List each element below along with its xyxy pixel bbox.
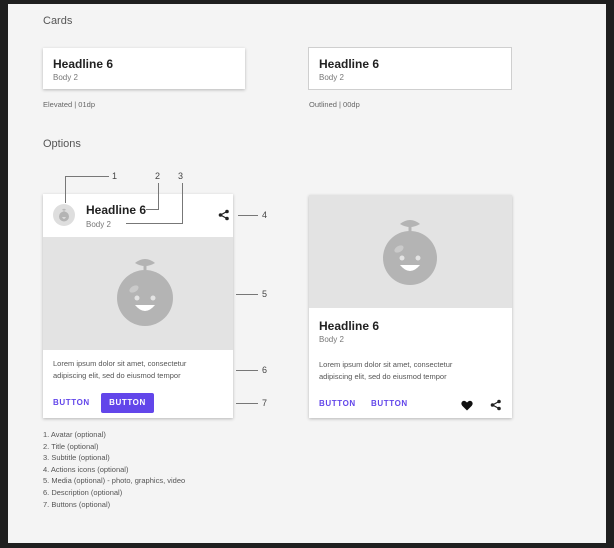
option-card-anatomy[interactable]: Headline 6 Body 2 Lorem ipsum dolor sit … xyxy=(43,194,233,418)
card-title: Headline 6 xyxy=(319,319,380,333)
callout-line xyxy=(236,403,258,404)
text-button[interactable]: BUTTON xyxy=(319,399,356,408)
text-button[interactable]: BUTTON xyxy=(371,399,408,408)
fruit-face-illustration xyxy=(117,259,173,326)
text-button[interactable]: BUTTON xyxy=(53,398,90,407)
share-icon xyxy=(218,209,229,221)
legend-item: 7. Buttons (optional) xyxy=(43,499,111,509)
description-line: adipiscing elit, sed do eiusmod tempor xyxy=(319,372,447,381)
fruit-face-illustration xyxy=(383,220,437,285)
callout-line xyxy=(126,223,183,224)
callout-number: 4 xyxy=(262,210,268,220)
card-media xyxy=(43,237,233,350)
option-card-media[interactable]: Headline 6 Body 2 Lorem ipsum dolor sit … xyxy=(309,195,512,418)
card-description: Lorem ipsum dolor sit amet, consectetur … xyxy=(319,359,452,383)
callout-line xyxy=(238,215,258,216)
callout-line xyxy=(65,176,109,177)
card-subtitle: Body 2 xyxy=(86,220,111,229)
description-line: Lorem ipsum dolor sit amet, consectetur xyxy=(53,359,187,368)
favorite-action[interactable] xyxy=(461,398,473,416)
card-media xyxy=(309,195,512,308)
callout-number: 7 xyxy=(262,398,268,408)
card-body: Body 2 xyxy=(53,73,78,82)
description-line: adipiscing elit, sed do eiusmod tempor xyxy=(53,371,181,380)
card-body: Body 2 xyxy=(319,73,344,82)
callout-line xyxy=(236,294,258,295)
callout-number: 3 xyxy=(178,171,184,181)
card-description: Lorem ipsum dolor sit amet, consectetur … xyxy=(53,358,186,382)
page: Cards Headline 6 Body 2 Elevated | 01dp … xyxy=(8,4,606,543)
section-title-options: Options xyxy=(43,138,81,150)
heart-icon xyxy=(461,400,473,411)
description-line: Lorem ipsum dolor sit amet, consectetur xyxy=(319,360,453,369)
outlined-caption: Outlined | 00dp xyxy=(309,100,360,109)
share-action[interactable] xyxy=(218,208,230,226)
card-headline: Headline 6 xyxy=(53,57,114,71)
callout-line xyxy=(182,183,183,223)
elevated-caption: Elevated | 01dp xyxy=(43,100,95,109)
anatomy-legend: 1. Avatar (optional) 2. Title (optional)… xyxy=(43,429,185,510)
share-icon xyxy=(490,399,501,411)
outlined-card[interactable]: Headline 6 Body 2 xyxy=(308,47,512,90)
legend-item: 2. Title (optional) xyxy=(43,441,99,451)
avatar[interactable] xyxy=(53,204,75,226)
card-title: Headline 6 xyxy=(86,203,147,217)
share-action[interactable] xyxy=(490,398,502,416)
filled-button[interactable]: BUTTON xyxy=(101,393,154,413)
legend-item: 6. Description (optional) xyxy=(43,487,123,497)
callout-number: 5 xyxy=(262,289,268,299)
section-title-cards: Cards xyxy=(43,15,73,27)
callout-number: 6 xyxy=(262,365,268,375)
callout-line xyxy=(65,176,66,203)
legend-item: 5. Media (optional) - photo, graphics, v… xyxy=(43,476,186,486)
elevated-card[interactable]: Headline 6 Body 2 xyxy=(43,48,245,89)
callout-line xyxy=(158,183,159,209)
legend-item: 4. Actions icons (optional) xyxy=(43,464,129,474)
callout-number: 2 xyxy=(155,171,161,181)
card-headline: Headline 6 xyxy=(319,57,380,71)
callout-line xyxy=(236,370,258,371)
callout-number: 1 xyxy=(112,171,118,181)
card-subtitle: Body 2 xyxy=(319,335,344,344)
legend-item: 1. Avatar (optional) xyxy=(43,430,106,439)
avatar-icon xyxy=(59,208,69,222)
legend-item: 3. Subtitle (optional) xyxy=(43,453,110,463)
callout-line xyxy=(146,209,159,210)
